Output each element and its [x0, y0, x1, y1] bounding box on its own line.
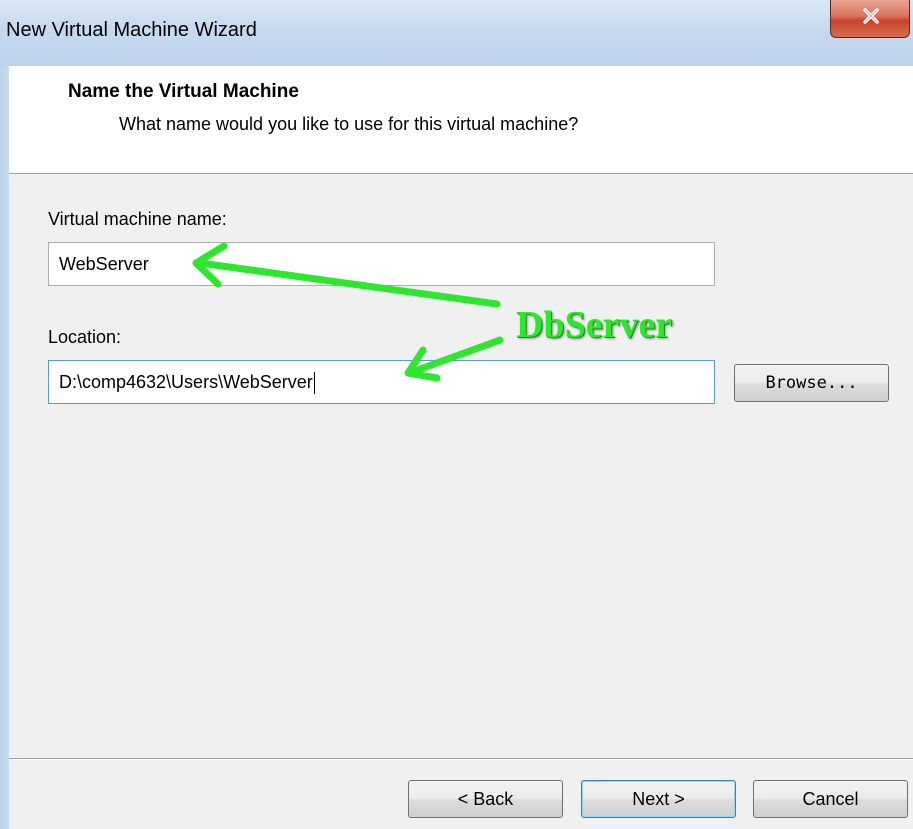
annotation-arrows: [192, 242, 504, 382]
arrow-to-name-icon: [192, 242, 501, 308]
annotation-label: DbServer: [516, 304, 673, 346]
wizard-window: New Virtual Machine Wizard Name the Virt…: [0, 0, 913, 829]
arrow-to-location-icon: [404, 336, 504, 382]
